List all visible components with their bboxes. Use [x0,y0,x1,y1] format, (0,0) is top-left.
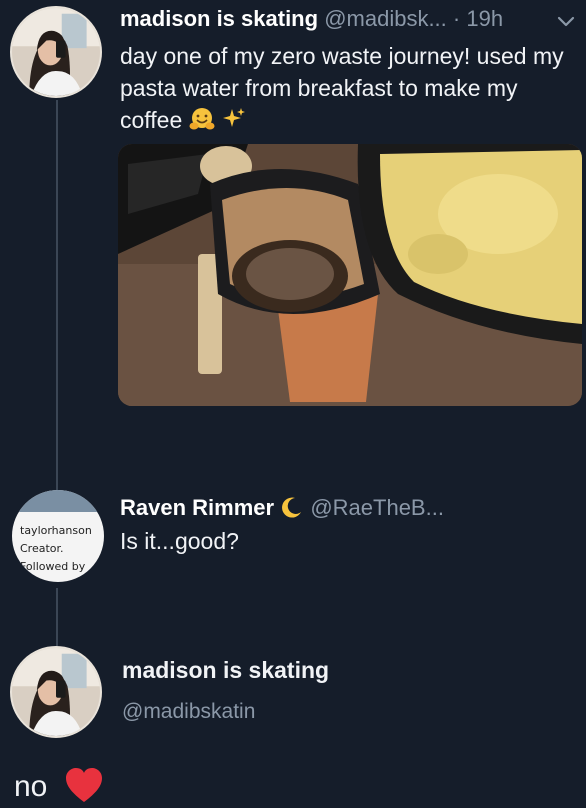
thread-line-middle [56,588,58,648]
author-name[interactable]: madison is skating [120,6,318,31]
separator-dot: · [452,6,461,31]
tweet-header: madison is skating @madibsk... · 19h [120,6,503,32]
sparkles-icon [223,108,246,127]
crescent-moon-icon [282,497,302,518]
avatar-card-line-3: Followed by [20,560,86,573]
reply-avatar[interactable]: taylorhanson Creator. Followed by [12,490,104,582]
reply-author-name[interactable]: Raven Rimmer [120,495,274,520]
thread-line-top [56,100,58,490]
hugging-face-icon [189,108,215,130]
chevron-down-icon[interactable] [553,8,579,34]
tweet-photo[interactable] [118,144,582,406]
reply-text: Is it...good? [120,528,239,554]
reply-header: Raven Rimmer @RaeTheB... [120,495,444,521]
author-handle[interactable]: @madibsk... [324,6,447,31]
reply-author-handle[interactable]: @RaeTheB... [310,495,444,520]
profile-name[interactable]: madison is skating [122,657,329,684]
tweet-text: day one of my zero waste journey! used m… [120,40,575,136]
avatar-card-line-2: Creator. [20,542,64,555]
profile-handle[interactable]: @madibskatin [122,700,255,724]
red-heart-icon [66,768,102,802]
tweet-time[interactable]: 19h [466,6,503,31]
author-avatar[interactable] [10,6,102,98]
avatar-card-line-1: taylorhanson [20,524,92,537]
tweet-body: day one of my zero waste journey! used m… [120,43,564,133]
profile-avatar[interactable] [10,646,102,738]
caption-text: no [14,770,48,803]
